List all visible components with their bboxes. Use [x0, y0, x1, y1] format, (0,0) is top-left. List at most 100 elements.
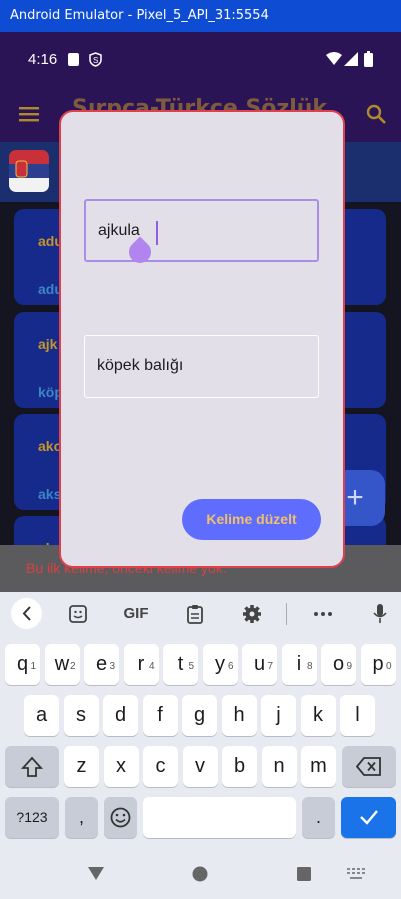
key-h[interactable]: h — [221, 695, 257, 736]
settings-button[interactable] — [237, 592, 267, 636]
serbian-word-field[interactable]: ajkula — [84, 199, 319, 262]
key-k[interactable]: k — [300, 695, 336, 736]
key-label: w — [54, 653, 70, 675]
key-b[interactable]: b — [222, 746, 257, 787]
key-hint: 5 — [188, 661, 194, 672]
symbols-key[interactable]: ?123 — [5, 797, 59, 838]
clipboard-button[interactable] — [180, 592, 210, 636]
key-t[interactable]: t5 — [163, 644, 198, 685]
serbian-flag-icon[interactable] — [9, 150, 49, 192]
battery-icon — [364, 51, 373, 67]
sim-icon — [68, 53, 79, 66]
keyboard-switch-icon[interactable] — [347, 868, 365, 880]
key-q[interactable]: q1 — [5, 644, 40, 685]
shift-arrow-icon — [21, 756, 43, 777]
soft-keyboard: GIF q1w2e3r4t5y6u7i8o9p0 asdfghjkl zxcvb… — [0, 592, 401, 857]
key-hint: 8 — [306, 661, 313, 672]
key-label: f — [157, 704, 163, 726]
key-r[interactable]: r4 — [123, 644, 159, 685]
key-j[interactable]: j — [261, 695, 296, 736]
key-l[interactable]: l — [340, 695, 375, 736]
key-label: l — [355, 704, 360, 726]
period-key[interactable]: . — [302, 797, 335, 838]
window-title-bar: Android Emulator - Pixel_5_API_31:5554 — [0, 0, 401, 32]
status-bar: 4:16 S — [0, 32, 401, 88]
comma-key[interactable]: , — [65, 797, 98, 838]
key-x[interactable]: x — [103, 746, 139, 787]
shift-key[interactable] — [5, 746, 59, 787]
key-w[interactable]: w2 — [44, 644, 80, 685]
key-v[interactable]: v — [182, 746, 218, 787]
key-hint: 0 — [385, 661, 392, 672]
key-o[interactable]: o9 — [321, 644, 356, 685]
key-hint: 4 — [148, 661, 155, 672]
backspace-key[interactable] — [342, 746, 396, 787]
key-hint: 7 — [267, 661, 273, 672]
plus-icon: + — [346, 481, 364, 514]
key-s[interactable]: s — [63, 695, 99, 736]
more-options-button[interactable] — [308, 592, 338, 636]
key-p[interactable]: p0 — [360, 644, 396, 685]
navigation-bar — [0, 857, 401, 899]
key-label: v — [195, 755, 205, 777]
sticker-button[interactable] — [63, 592, 93, 636]
key-label: p — [372, 653, 384, 675]
sticker-icon — [69, 605, 87, 623]
key-c[interactable]: c — [143, 746, 178, 787]
key-label: h — [233, 704, 245, 726]
key-hint: 1 — [30, 661, 36, 672]
key-m[interactable]: m — [301, 746, 336, 787]
chevron-left-icon — [22, 606, 31, 621]
key-label: t — [177, 653, 184, 675]
emoji-icon — [110, 807, 131, 828]
key-i[interactable]: i8 — [281, 644, 317, 685]
recents-square-icon[interactable] — [296, 866, 312, 882]
enter-key[interactable] — [341, 797, 396, 838]
key-label: q — [16, 653, 29, 675]
key-label: o — [332, 653, 345, 675]
key-label: u — [253, 653, 266, 675]
key-hint: 2 — [69, 661, 76, 672]
microphone-icon — [373, 604, 387, 623]
back-triangle-icon[interactable] — [87, 866, 105, 881]
more-horizontal-icon — [314, 612, 332, 616]
key-label: g — [193, 704, 206, 726]
clipboard-icon — [187, 605, 203, 624]
edit-word-button[interactable]: Kelime düzelt — [182, 499, 321, 540]
key-label: d — [114, 704, 127, 726]
key-d[interactable]: d — [103, 695, 138, 736]
key-label: j — [276, 704, 281, 726]
window-title: Android Emulator - Pixel_5_API_31:5554 — [10, 8, 269, 23]
home-circle-icon[interactable] — [192, 866, 208, 882]
key-z[interactable]: z — [64, 746, 99, 787]
status-time: 4:16 — [28, 51, 58, 68]
turkish-word-value: köpek balığı — [97, 357, 184, 374]
menu-icon[interactable] — [19, 106, 39, 122]
key-label: y — [215, 653, 225, 675]
emoji-key[interactable] — [104, 797, 137, 838]
key-a[interactable]: a — [24, 695, 59, 736]
list-item-word: ajk — [38, 336, 58, 352]
key-label: z — [76, 755, 87, 777]
space-key[interactable] — [143, 797, 296, 838]
voice-input-button[interactable] — [366, 592, 394, 636]
key-u[interactable]: u7 — [242, 644, 277, 685]
shield-icon: S — [89, 52, 102, 67]
search-icon[interactable] — [366, 104, 386, 124]
collapse-toolbar-button[interactable] — [11, 598, 42, 629]
key-label: x — [116, 755, 126, 777]
key-f[interactable]: f — [142, 695, 178, 736]
key-label: m — [310, 755, 327, 777]
turkish-word-field[interactable]: köpek balığı — [84, 335, 319, 398]
key-hint: 9 — [346, 661, 352, 672]
key-e[interactable]: e3 — [84, 644, 119, 685]
key-label: k — [313, 704, 323, 726]
checkmark-icon — [359, 810, 378, 825]
gif-button[interactable]: GIF — [118, 592, 154, 636]
key-hint: 6 — [227, 661, 234, 672]
key-label: n — [273, 755, 285, 777]
key-g[interactable]: g — [182, 695, 217, 736]
key-label: b — [233, 755, 246, 777]
key-n[interactable]: n — [261, 746, 297, 787]
key-y[interactable]: y6 — [202, 644, 238, 685]
